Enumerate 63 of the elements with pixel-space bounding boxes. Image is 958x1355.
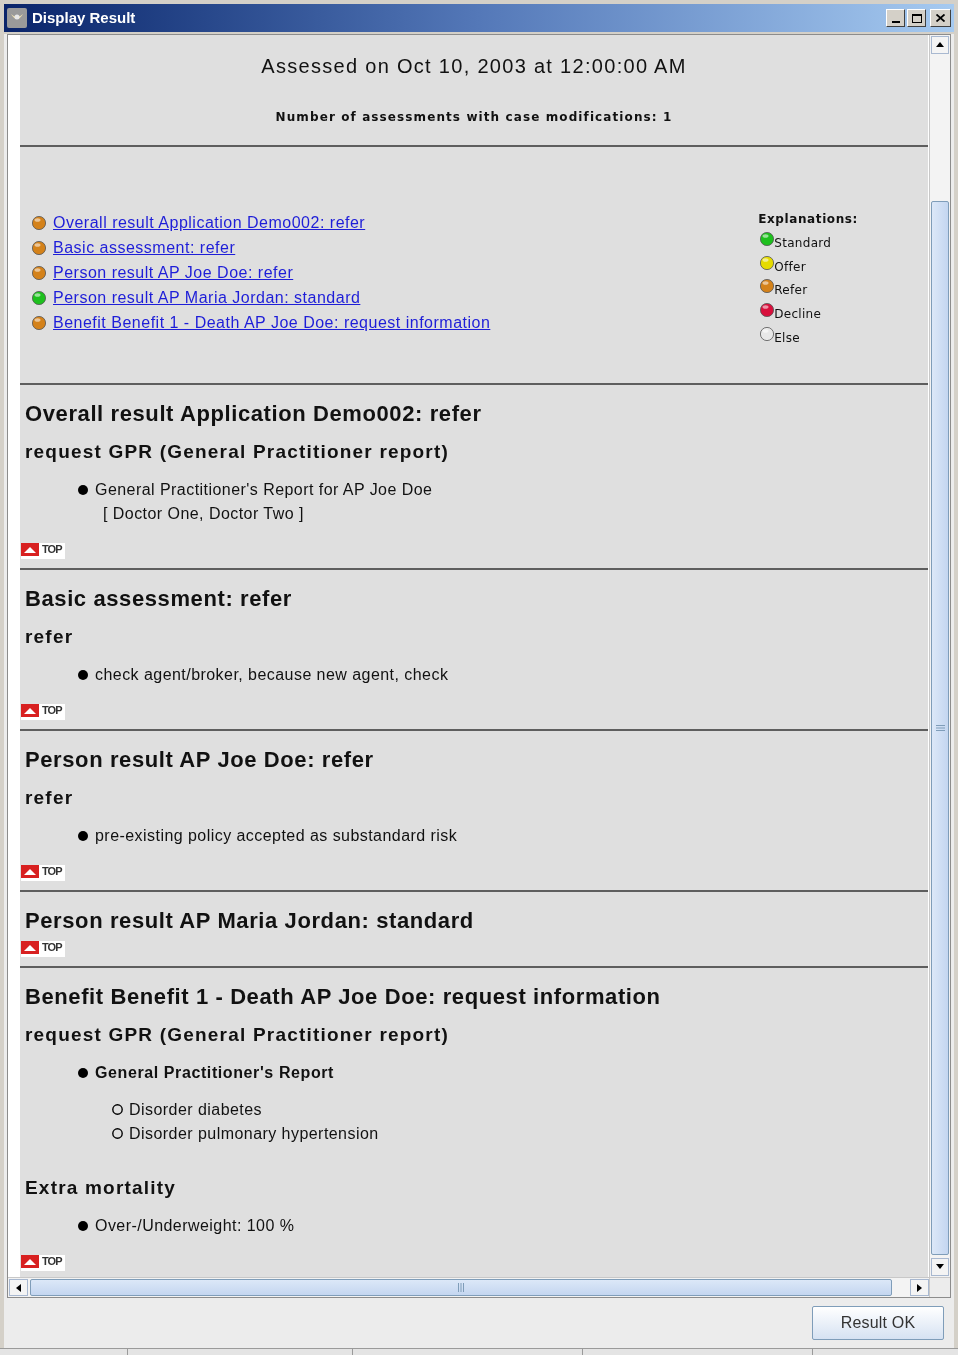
grip-icon — [935, 725, 945, 731]
legend-label: Else — [774, 330, 800, 346]
legend-label: Offer — [774, 258, 806, 275]
result-link[interactable]: Basic assessment: refer — [53, 237, 236, 258]
scroll-up-button[interactable] — [931, 36, 949, 54]
bullet-text: General Practitioner's Report for AP Joe Doe — [95, 480, 433, 500]
section-subheading: request GPR (General Practitioner report) — [25, 1023, 449, 1047]
result-link[interactable]: Person result AP Maria Jordan: standard — [53, 287, 361, 308]
result-link[interactable]: Benefit Benefit 1 - Death AP Joe Doe: request information — [53, 312, 491, 333]
minimize-icon — [891, 21, 900, 23]
maximize-icon — [911, 13, 922, 23]
bullet-text: pre-existing policy accepted as substandard risk — [95, 826, 458, 846]
scrollbar-thumb[interactable] — [30, 1279, 892, 1296]
scrollbar-thumb[interactable] — [931, 201, 949, 1255]
grip-icon — [458, 1283, 464, 1292]
minimize-button[interactable] — [886, 9, 905, 27]
section-heading: Person result AP Maria Jordan: standard — [25, 907, 474, 935]
bullet-text: Over-/Underweight: 100 % — [95, 1216, 295, 1236]
top-link[interactable]: TOP — [21, 1255, 65, 1271]
bullet-icon — [78, 670, 88, 680]
top-link[interactable]: TOP — [21, 704, 65, 720]
maximize-button[interactable] — [907, 9, 926, 27]
scroll-down-button[interactable] — [931, 1258, 949, 1276]
top-link[interactable]: TOP — [21, 865, 65, 881]
bullet-icon — [78, 831, 88, 841]
scroll-left-button[interactable] — [9, 1279, 28, 1296]
bullet-text: Disorder pulmonary hypertension — [129, 1124, 379, 1144]
bullet-text: check agent/broker, because new agent, check — [95, 665, 449, 685]
horizontal-scrollbar[interactable] — [8, 1278, 929, 1297]
section-heading: Person result AP Joe Doe: refer — [25, 746, 374, 774]
section-heading: Overall result Application Demo002: refer — [25, 400, 482, 428]
legend-title: Explanations: — [758, 211, 858, 227]
bullet-text: General Practitioner's Report — [95, 1063, 335, 1083]
bullet-icon — [78, 485, 88, 495]
modifications-count: Number of assessments with case modifications: 1 — [275, 109, 673, 125]
section-subheading: refer — [25, 786, 74, 810]
bullet-icon — [78, 1221, 88, 1231]
assessment-date: Assessed on Oct 10, 2003 at 12:00:00 AM — [261, 54, 687, 78]
vertical-scrollbar[interactable] — [929, 35, 950, 1277]
section-subheading: Extra mortality — [25, 1176, 177, 1200]
section-heading: Basic assessment: refer — [25, 585, 292, 613]
circle-bullet-icon — [112, 1104, 123, 1116]
circle-bullet-icon — [112, 1128, 123, 1140]
close-icon — [936, 14, 945, 22]
up-arrow-icon — [935, 40, 945, 50]
bullet-icon — [78, 1068, 88, 1078]
result-link[interactable]: Overall result Application Demo002: refer — [53, 212, 366, 233]
legend-label: Decline — [774, 306, 822, 323]
top-link[interactable]: TOP — [21, 543, 65, 559]
section-subheading: request GPR (General Practitioner report) — [25, 440, 449, 464]
legend-label: Refer — [774, 282, 808, 299]
bullet-text: Disorder diabetes — [129, 1100, 263, 1120]
top-link[interactable]: TOP — [21, 941, 65, 957]
bullet-detail: [ Doctor One, Doctor Two ] — [103, 504, 304, 524]
section-subheading: refer — [25, 625, 74, 649]
scroll-right-button[interactable] — [910, 1279, 929, 1296]
section-heading: Benefit Benefit 1 - Death AP Joe Doe: request information — [25, 983, 661, 1011]
app-icon — [7, 8, 27, 28]
result-link[interactable]: Person result AP Joe Doe: refer — [53, 262, 294, 283]
legend-label: Standard — [774, 234, 832, 251]
close-button[interactable] — [930, 9, 951, 27]
result-ok-button[interactable]: Result OK — [812, 1306, 944, 1340]
window-title: Display Result — [32, 8, 136, 28]
